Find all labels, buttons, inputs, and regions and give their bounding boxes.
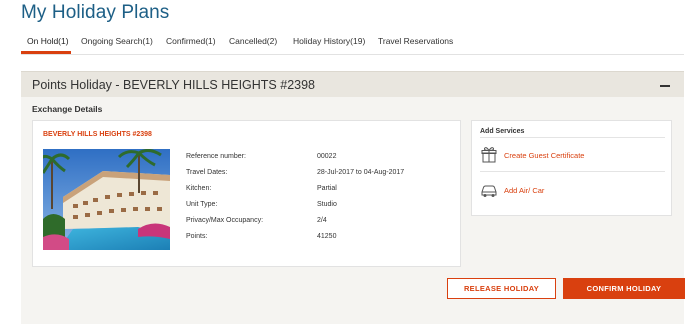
exchange-details-heading: Exchange Details [32,104,103,114]
tab-cancelled[interactable]: Cancelled(2) [229,36,277,46]
add-air-car-label: Add Air/ Car [504,186,545,195]
occupancy-label: Privacy/Max Occupancy: [186,217,264,224]
minus-icon[interactable] [660,85,670,87]
tab-bar: On Hold(1) Ongoing Search(1) Confirmed(1… [21,33,684,55]
tab-travel-reservations[interactable]: Travel Reservations [378,36,453,46]
kitchen-label: Kitchen: [186,185,212,192]
resort-name[interactable]: BEVERLY HILLS HEIGHTS #2398 [43,131,152,138]
tab-on-hold[interactable]: On Hold(1) [27,36,69,46]
holiday-panel: Points Holiday - BEVERLY HILLS HEIGHTS #… [21,71,685,324]
panel-header[interactable]: Points Holiday - BEVERLY HILLS HEIGHTS #… [21,71,684,97]
occupancy-value: 2/4 [317,217,327,224]
gift-icon [480,146,498,164]
kitchen-value: Partial [317,185,337,192]
release-holiday-button[interactable]: RELEASE HOLIDAY [447,278,556,299]
add-services-card: Add Services Create Guest Certificate Ad… [471,120,672,216]
create-guest-certificate-link[interactable]: Create Guest Certificate [480,146,665,166]
car-icon [480,181,498,199]
points-label: Points: [186,233,208,240]
add-services-title: Add Services [480,128,525,135]
divider [480,137,665,138]
unit-type-value: Studio [317,201,337,208]
divider [480,171,665,172]
tab-ongoing-search[interactable]: Ongoing Search(1) [81,36,153,46]
active-tab-indicator [21,51,71,54]
create-guest-certificate-label: Create Guest Certificate [504,151,585,160]
reference-number-value: 00022 [317,153,337,160]
tab-holiday-history[interactable]: Holiday History(19) [293,36,365,46]
page-title: My Holiday Plans [21,2,170,23]
exchange-details-card: BEVERLY HILLS HEIGHTS #2398 Reference nu… [32,120,461,267]
panel-title: Points Holiday - BEVERLY HILLS HEIGHTS #… [32,78,316,92]
confirm-holiday-button[interactable]: CONFIRM HOLIDAY [563,278,685,299]
unit-type-label: Unit Type: [186,201,218,208]
travel-dates-value: 28-Jul-2017 to 04-Aug-2017 [317,169,405,176]
reference-number-label: Reference number: [186,153,246,160]
add-air-car-link[interactable]: Add Air/ Car [480,181,665,201]
resort-photo [43,149,170,250]
travel-dates-label: Travel Dates: [186,169,228,176]
points-value: 41250 [317,233,337,240]
tab-confirmed[interactable]: Confirmed(1) [166,36,216,46]
